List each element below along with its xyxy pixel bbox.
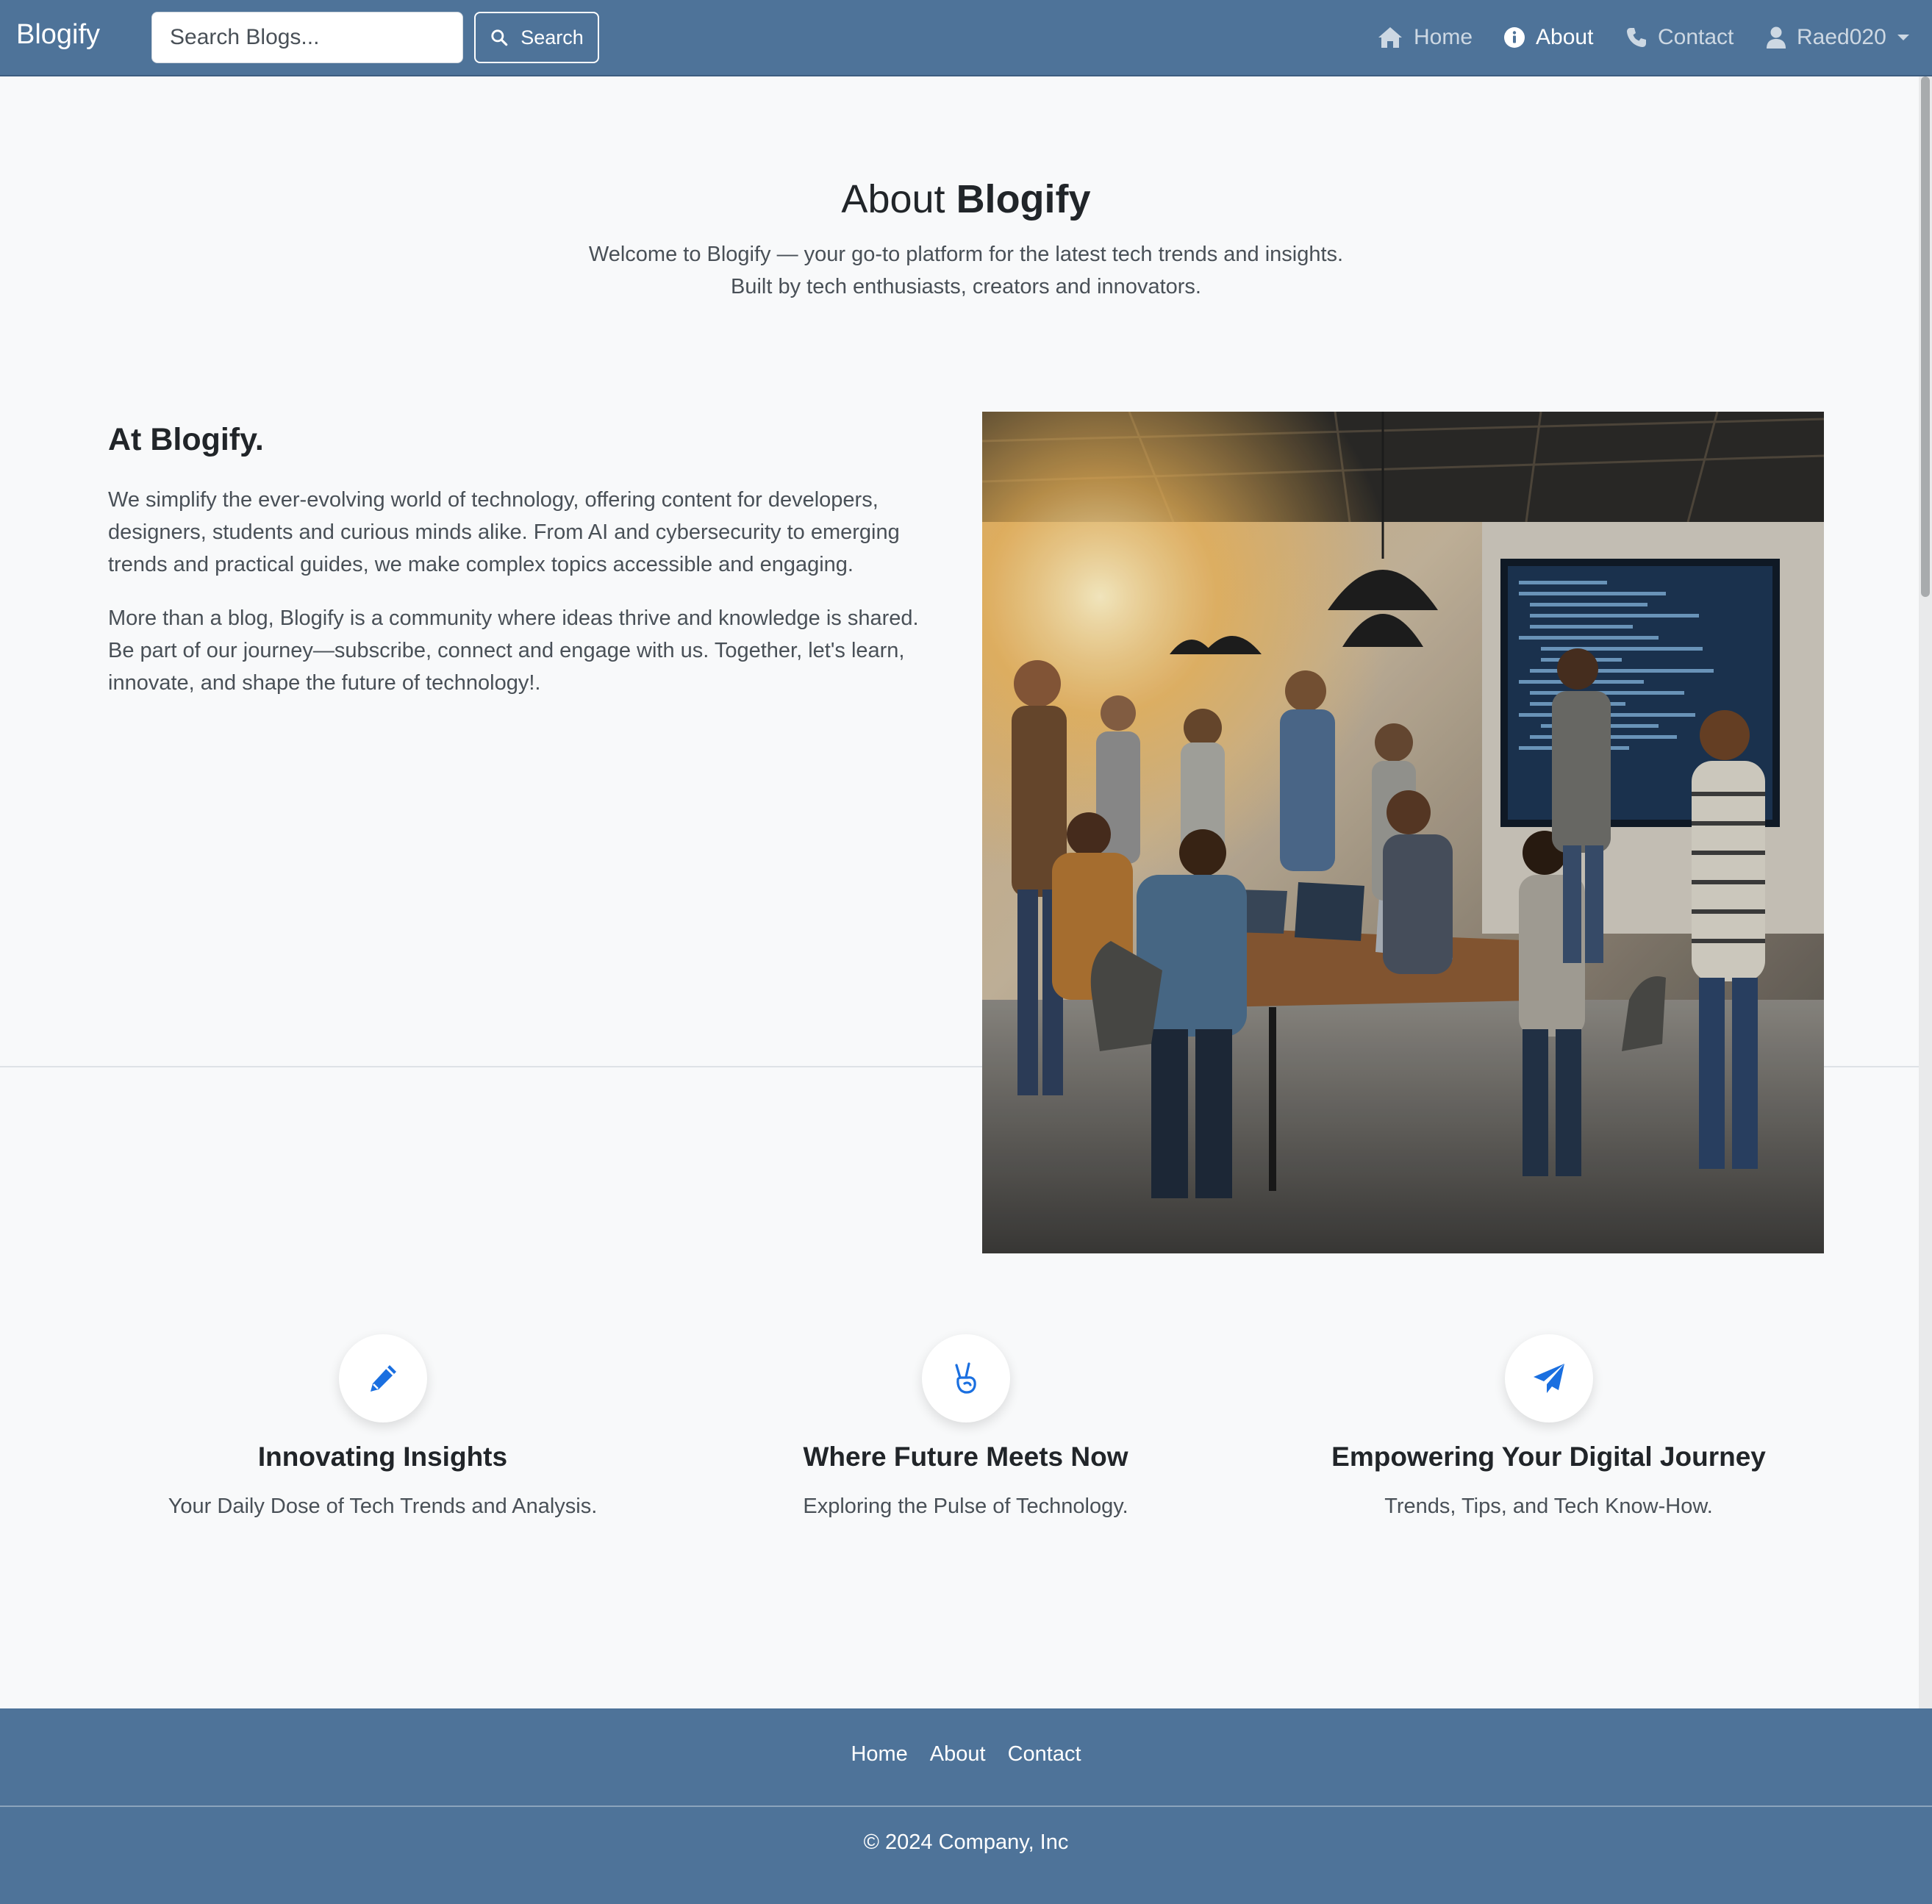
title-brand: Blogify: [956, 177, 1091, 221]
feature-text: Trends, Tips, and Tech Know-How.: [1384, 1495, 1713, 1518]
feature-title: Innovating Insights: [257, 1442, 508, 1472]
footer-divider: [0, 1805, 1932, 1807]
feature-card: Empowering Your Digital Journey Trends, …: [1257, 1334, 1840, 1519]
user-icon: [1767, 26, 1786, 49]
caret-down-icon: [1897, 35, 1909, 40]
user-dropdown[interactable]: Raed020: [1766, 19, 1910, 56]
search-button-label: Search: [520, 26, 584, 49]
hero-subtitle-line: Welcome to Blogify — your go-to platform…: [588, 243, 1344, 266]
footer-link-home[interactable]: Home: [851, 1742, 907, 1767]
feature-card: Where Future Meets Now Exploring the Pul…: [674, 1334, 1257, 1519]
footer: Home About Contact © 2024 Company, Inc: [0, 1708, 1932, 1904]
about-paragraph: We simplify the ever-evolving world of t…: [108, 488, 900, 576]
footer-link-about[interactable]: About: [930, 1742, 986, 1767]
feature-title: Where Future Meets Now: [803, 1442, 1128, 1472]
search-input[interactable]: [151, 12, 463, 63]
nav-link-home[interactable]: Home: [1377, 19, 1473, 56]
peace-hand-icon: [954, 1362, 976, 1394]
phone-icon: [1627, 28, 1646, 47]
hero-subtitle-line: Built by tech enthusiasts, creators and …: [731, 275, 1201, 298]
vertical-scrollbar[interactable]: [1919, 76, 1932, 1708]
scrollbar-thumb[interactable]: [1921, 76, 1930, 597]
paper-plane-icon: [1533, 1364, 1564, 1393]
footer-link-contact[interactable]: Contact: [1008, 1742, 1081, 1767]
about-paragraph: More than a blog, Blogify is a community…: [108, 606, 919, 695]
nav-link-label: Contact: [1658, 25, 1734, 49]
team-collaboration-image: [982, 412, 1824, 1253]
pencil-icon: [370, 1365, 396, 1392]
page-title: About Blogify: [0, 176, 1932, 222]
home-icon: [1378, 27, 1402, 48]
copyright: © 2024 Company, Inc: [863, 1830, 1069, 1854]
navbar: Blogify Search Home About Contact: [0, 0, 1932, 76]
feature-icon-circle: [1504, 1334, 1593, 1422]
user-name: Raed020: [1797, 25, 1886, 49]
brand-logo[interactable]: Blogify: [16, 19, 100, 51]
feature-icon-circle: [338, 1334, 427, 1422]
info-icon: [1504, 27, 1525, 48]
footer-nav: Home About Contact: [0, 1742, 1932, 1767]
about-heading: At Blogify.: [108, 422, 264, 457]
feature-text: Exploring the Pulse of Technology.: [803, 1495, 1128, 1518]
nav-link-label: Home: [1414, 25, 1473, 49]
feature-text: Your Daily Dose of Tech Trends and Analy…: [168, 1495, 598, 1518]
feature-card: Innovating Insights Your Daily Dose of T…: [91, 1334, 674, 1519]
search-icon: [491, 29, 508, 46]
feature-title: Empowering Your Digital Journey: [1331, 1442, 1766, 1472]
nav-link-about[interactable]: About: [1503, 19, 1593, 56]
title-prefix: About: [841, 177, 945, 221]
nav-link-contact[interactable]: Contact: [1625, 19, 1734, 56]
search-button[interactable]: Search: [474, 12, 599, 63]
nav-link-label: About: [1536, 25, 1594, 49]
feature-icon-circle: [921, 1334, 1010, 1422]
